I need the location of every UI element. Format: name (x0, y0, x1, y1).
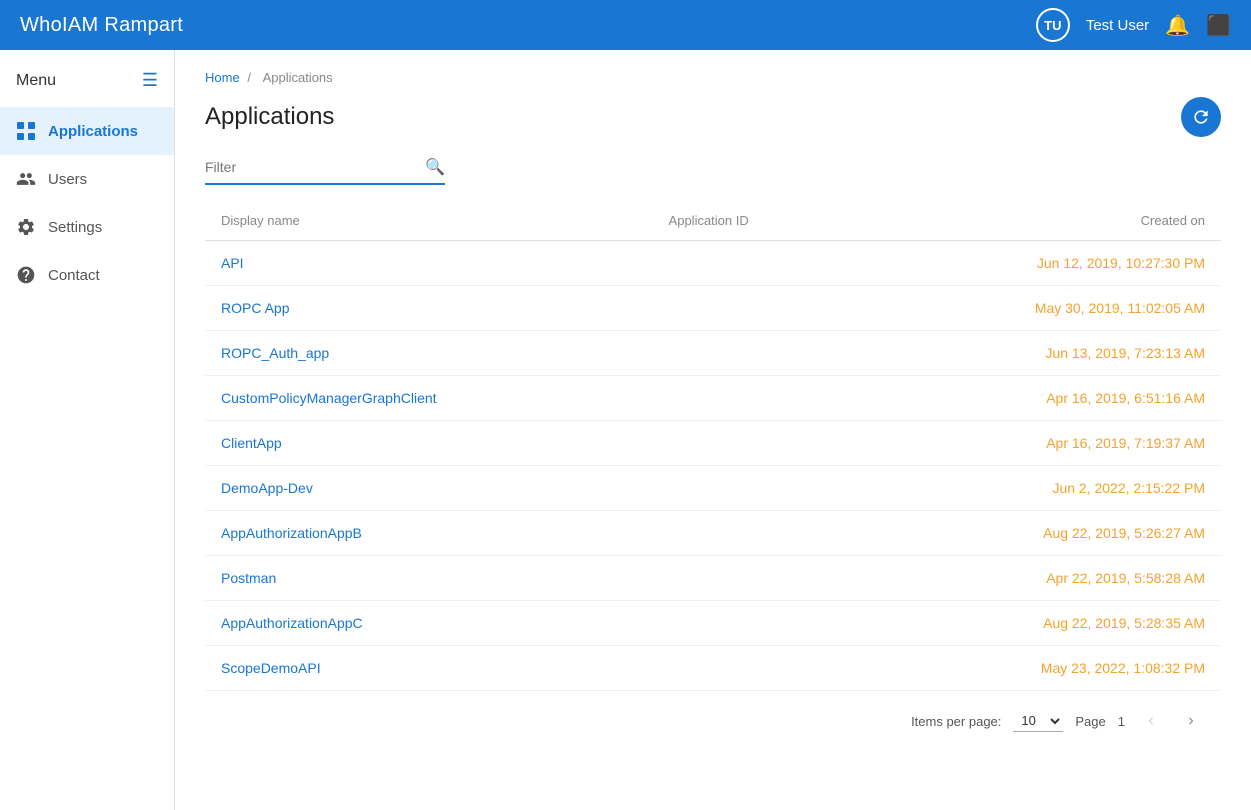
cell-display-name: ClientApp (205, 421, 653, 466)
table-row[interactable]: ClientApp Apr 16, 2019, 7:19:37 AM (205, 421, 1221, 466)
table-body: API Jun 12, 2019, 10:27:30 PM ROPC App May … (205, 241, 1221, 691)
cell-display-name: Postman (205, 556, 653, 601)
logout-icon[interactable]: ⬛ (1206, 13, 1231, 38)
settings-icon (16, 217, 36, 237)
cell-application-id (653, 466, 856, 511)
filter-input[interactable] (205, 159, 425, 175)
users-icon (16, 169, 36, 189)
cell-created-on: Jun 2, 2022, 2:15:22 PM (855, 466, 1221, 511)
cell-application-id (653, 601, 856, 646)
cell-display-name: ROPC_Auth_app (205, 331, 653, 376)
breadcrumb: Home / Applications (205, 70, 1221, 85)
cell-display-name: AppAuthorizationAppB (205, 511, 653, 556)
cell-created-on: Jun 13, 2019, 7:23:13 AM (855, 331, 1221, 376)
cell-created-on: Apr 16, 2019, 6:51:16 AM (855, 376, 1221, 421)
table-row[interactable]: ScopeDemoAPI May 23, 2022, 1:08:32 PM (205, 646, 1221, 691)
page-label: Page (1075, 714, 1105, 729)
items-per-page-select[interactable]: 10 25 50 100 (1013, 710, 1063, 732)
sidebar: Menu ☰ Applications Users (0, 50, 175, 810)
cell-application-id (653, 511, 856, 556)
breadcrumb-home[interactable]: Home (205, 70, 240, 85)
col-application-id: Application ID (653, 201, 856, 241)
filter-row: 🔍 (205, 157, 445, 185)
breadcrumb-separator: / (247, 70, 251, 85)
col-display-name: Display name (205, 201, 653, 241)
sidebar-contact-label: Contact (48, 267, 100, 284)
cell-created-on: May 30, 2019, 11:02:05 AM (855, 286, 1221, 331)
cell-display-name: ScopeDemoAPI (205, 646, 653, 691)
items-per-page-label: Items per page: (911, 714, 1001, 729)
sidebar-users-label: Users (48, 171, 87, 188)
main-content: Home / Applications Applications 🔍 Displ… (175, 50, 1251, 810)
cell-application-id (653, 331, 856, 376)
sidebar-item-applications[interactable]: Applications (0, 107, 174, 155)
refresh-button[interactable] (1181, 97, 1221, 137)
filter-search-icon: 🔍 (425, 157, 445, 177)
cell-created-on: Jun 12, 2019, 10:27:30 PM (855, 241, 1221, 286)
sidebar-item-users[interactable]: Users (0, 155, 174, 203)
cell-application-id (653, 241, 856, 286)
cell-display-name: AppAuthorizationAppC (205, 601, 653, 646)
cell-application-id (653, 421, 856, 466)
main-layout: Menu ☰ Applications Users (0, 50, 1251, 810)
table-row[interactable]: CustomPolicyManagerGraphClient Apr 16, 20… (205, 376, 1221, 421)
menu-header: Menu ☰ (0, 60, 174, 107)
pagination: Items per page: 10 25 50 100 Page 1 ‹ › (205, 691, 1221, 735)
cell-created-on: Aug 22, 2019, 5:26:27 AM (855, 511, 1221, 556)
page-title: Applications (205, 103, 334, 131)
menu-toggle-icon[interactable]: ☰ (142, 70, 158, 91)
table-row[interactable]: Postman Apr 22, 2019, 5:58:28 AM (205, 556, 1221, 601)
table-row[interactable]: AppAuthorizationAppB Aug 22, 2019, 5:26:2… (205, 511, 1221, 556)
page-number: 1 (1118, 714, 1125, 729)
cell-created-on: Apr 22, 2019, 5:58:28 AM (855, 556, 1221, 601)
menu-label: Menu (16, 72, 56, 90)
cell-application-id (653, 556, 856, 601)
avatar: TU (1036, 8, 1070, 42)
table-row[interactable]: ROPC App May 30, 2019, 11:02:05 AM (205, 286, 1221, 331)
contact-icon (16, 265, 36, 285)
cell-created-on: Apr 16, 2019, 7:19:37 AM (855, 421, 1221, 466)
table-row[interactable]: DemoApp-Dev Jun 2, 2022, 2:15:22 PM (205, 466, 1221, 511)
cell-application-id (653, 646, 856, 691)
next-page-button[interactable]: › (1177, 707, 1205, 735)
sidebar-applications-label: Applications (48, 123, 138, 140)
prev-page-button[interactable]: ‹ (1137, 707, 1165, 735)
page-header: Applications (205, 97, 1221, 137)
table-row[interactable]: AppAuthorizationAppC Aug 22, 2019, 5:28:3… (205, 601, 1221, 646)
table-row[interactable]: ROPC_Auth_app Jun 13, 2019, 7:23:13 AM (205, 331, 1221, 376)
notification-icon[interactable]: 🔔 (1165, 13, 1190, 38)
cell-display-name: ROPC App (205, 286, 653, 331)
sidebar-item-settings[interactable]: Settings (0, 203, 174, 251)
header-right: TU Test User 🔔 ⬛ (1036, 8, 1231, 42)
sidebar-settings-label: Settings (48, 219, 102, 236)
table-header: Display name Application ID Created on (205, 201, 1221, 241)
cell-application-id (653, 376, 856, 421)
applications-table: Display name Application ID Created on A… (205, 201, 1221, 691)
app-header: WhoIAM Rampart TU Test User 🔔 ⬛ (0, 0, 1251, 50)
app-title: WhoIAM Rampart (20, 14, 183, 37)
cell-display-name: CustomPolicyManagerGraphClient (205, 376, 653, 421)
table-row[interactable]: API Jun 12, 2019, 10:27:30 PM (205, 241, 1221, 286)
col-created-on: Created on (855, 201, 1221, 241)
cell-display-name: API (205, 241, 653, 286)
cell-created-on: Aug 22, 2019, 5:28:35 AM (855, 601, 1221, 646)
breadcrumb-current: Applications (263, 70, 333, 85)
cell-created-on: May 23, 2022, 1:08:32 PM (855, 646, 1221, 691)
sidebar-item-contact[interactable]: Contact (0, 251, 174, 299)
username-label: Test User (1086, 17, 1149, 34)
cell-display-name: DemoApp-Dev (205, 466, 653, 511)
applications-icon (16, 121, 36, 141)
cell-application-id (653, 286, 856, 331)
